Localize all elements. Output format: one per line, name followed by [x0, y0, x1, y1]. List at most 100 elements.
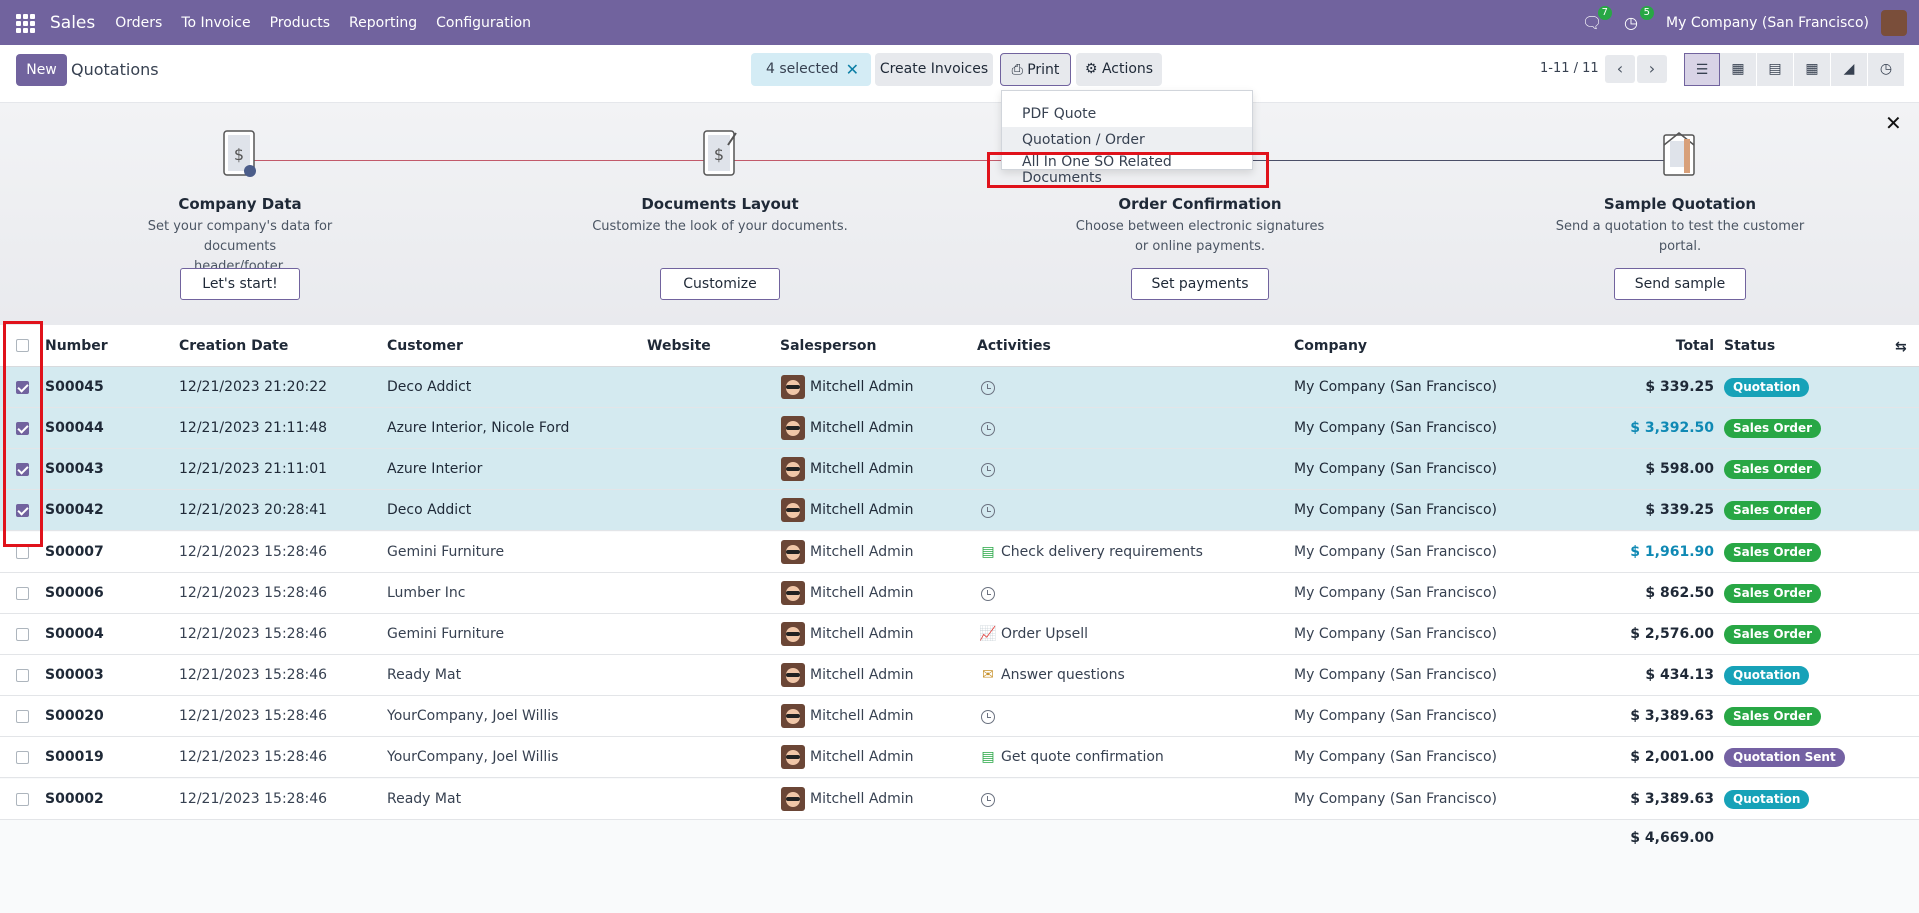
clock-icon[interactable]	[981, 463, 995, 477]
activities-icon[interactable]: ◷ 5	[1624, 5, 1655, 32]
envelope-icon[interactable]: ✉	[979, 667, 997, 683]
avatar[interactable]	[781, 498, 805, 522]
clock-icon[interactable]	[981, 504, 995, 518]
optional-columns-icon[interactable]: ⇆	[1895, 339, 1907, 355]
activity-view-button[interactable]: ◷	[1868, 53, 1904, 86]
onboarding-banner: $ Company Data Set your company's data f…	[0, 103, 1919, 325]
menu-reporting[interactable]: Reporting	[349, 15, 417, 31]
messages-icon[interactable]: 🗨 7	[1582, 5, 1613, 32]
company-name: My Company (San Francisco)	[1294, 420, 1497, 436]
clock-icon[interactable]	[981, 381, 995, 395]
clock-icon[interactable]	[981, 422, 995, 436]
header-status[interactable]: Status	[1724, 325, 1775, 367]
row-checkbox[interactable]	[16, 751, 29, 764]
print-button[interactable]: ⎙ Print	[1000, 53, 1071, 86]
graph-view-button[interactable]: ◢	[1831, 53, 1867, 86]
row-checkbox[interactable]	[16, 628, 29, 641]
create-invoices-button[interactable]: Create Invoices	[875, 53, 993, 86]
row-checkbox[interactable]	[16, 587, 29, 600]
salesperson-name: Mitchell Admin	[810, 420, 914, 436]
menu-orders[interactable]: Orders	[115, 15, 162, 31]
table-row[interactable]: S00043 12/21/2023 21:11:01 Azure Interior M…	[0, 449, 1919, 490]
header-number[interactable]: Number	[45, 325, 108, 367]
activity-summary[interactable]: Order Upsell	[1001, 614, 1088, 655]
header-customer[interactable]: Customer	[387, 325, 463, 367]
company-name: My Company (San Francisco)	[1294, 461, 1497, 477]
selected-label: 4 selected	[766, 61, 839, 77]
table-row[interactable]: S00002 12/21/2023 15:28:46 Ready Mat Mitche…	[0, 779, 1919, 820]
header-website[interactable]: Website	[647, 325, 711, 367]
header-activities[interactable]: Activities	[977, 325, 1051, 367]
row-checkbox[interactable]	[16, 546, 29, 559]
pivot-view-button[interactable]: ▦	[1794, 53, 1830, 86]
company-switcher[interactable]: My Company (San Francisco)	[1666, 15, 1869, 31]
lets-start-button[interactable]: Let's start!	[180, 268, 300, 300]
table-row[interactable]: S00006 12/21/2023 15:28:46 Lumber Inc Mitch…	[0, 573, 1919, 614]
table-row[interactable]: S00007 12/21/2023 15:28:46 Gemini Furnitur…	[0, 532, 1919, 573]
activity-summary[interactable]: Answer questions	[1001, 655, 1125, 696]
header-company[interactable]: Company	[1294, 325, 1367, 367]
avatar[interactable]	[781, 581, 805, 605]
creation-date: 12/21/2023 15:28:46	[179, 749, 328, 765]
page-title: Quotations	[71, 60, 159, 79]
order-number: S00045	[45, 379, 104, 395]
step-desc: Customize the look of your documents.	[592, 219, 848, 234]
highlight-annotation	[3, 321, 43, 547]
table-row[interactable]: S00020 12/21/2023 15:28:46 YourCompany, Jo…	[0, 696, 1919, 737]
avatar[interactable]	[781, 416, 805, 440]
pager-next-button[interactable]: ›	[1637, 55, 1667, 83]
activity-summary[interactable]: Check delivery requirements	[1001, 532, 1203, 573]
table-row[interactable]: S00045 12/21/2023 21:20:22 Deco Addict Mitc…	[0, 367, 1919, 408]
new-button[interactable]: New	[16, 54, 67, 86]
header-salesperson[interactable]: Salesperson	[780, 325, 877, 367]
avatar[interactable]	[781, 622, 805, 646]
menu-to-invoice[interactable]: To Invoice	[181, 15, 250, 31]
avatar[interactable]	[781, 787, 805, 811]
checklist-icon[interactable]: ▤	[979, 544, 997, 560]
table-row[interactable]: S00042 12/21/2023 20:28:41 Deco Addict Mitc…	[0, 490, 1919, 531]
activity-summary[interactable]: Get quote confirmation	[1001, 737, 1164, 778]
avatar[interactable]	[781, 457, 805, 481]
send-sample-button[interactable]: Send sample	[1614, 268, 1746, 300]
checklist-icon[interactable]: ▤	[979, 749, 997, 765]
avatar[interactable]	[781, 663, 805, 687]
header-total[interactable]: Total	[1676, 325, 1714, 367]
salesperson-name: Mitchell Admin	[810, 379, 914, 395]
unselect-icon[interactable]: ✕	[846, 53, 859, 86]
avatar[interactable]	[781, 745, 805, 769]
clock-icon[interactable]	[981, 793, 995, 807]
gear-icon: ⚙	[1084, 61, 1098, 77]
row-checkbox[interactable]	[16, 669, 29, 682]
set-payments-button[interactable]: Set payments	[1131, 268, 1269, 300]
menu-products[interactable]: Products	[270, 15, 330, 31]
apps-grid-icon[interactable]	[16, 13, 36, 33]
menu-item-quotation-order[interactable]: Quotation / Order	[1002, 127, 1252, 153]
table-row[interactable]: S00019 12/21/2023 15:28:46 YourCompany, Jo…	[0, 737, 1919, 778]
avatar[interactable]	[781, 704, 805, 728]
close-icon[interactable]: ✕	[1885, 111, 1902, 135]
chart-icon[interactable]: 📈	[979, 626, 997, 642]
app-name[interactable]: Sales	[50, 13, 95, 33]
customize-button[interactable]: Customize	[660, 268, 780, 300]
avatar[interactable]	[781, 540, 805, 564]
clock-icon[interactable]	[981, 710, 995, 724]
kanban-view-button[interactable]: ▦	[1720, 53, 1756, 86]
table-row[interactable]: S00003 12/21/2023 15:28:46 Ready Mat Mitche…	[0, 655, 1919, 696]
pager-previous-button[interactable]: ‹	[1605, 55, 1635, 83]
list-view-button[interactable]: ☰	[1684, 53, 1720, 86]
table-row[interactable]: S00004 12/21/2023 15:28:46 Gemini Furnitur…	[0, 614, 1919, 655]
avatar[interactable]	[781, 375, 805, 399]
user-avatar[interactable]	[1881, 9, 1907, 36]
table-row[interactable]: S00044 12/21/2023 21:11:48 Azure Interior,…	[0, 408, 1919, 449]
header-creation-date[interactable]: Creation Date	[179, 325, 288, 367]
pager-value[interactable]: 1-11 / 11	[1540, 61, 1599, 76]
menu-item-pdf-quote[interactable]: PDF Quote	[1002, 101, 1252, 127]
order-number: S00006	[45, 585, 104, 601]
menu-configuration[interactable]: Configuration	[436, 15, 531, 31]
actions-button[interactable]: ⚙ Actions	[1076, 53, 1162, 86]
calendar-view-button[interactable]: ▤	[1757, 53, 1793, 86]
row-checkbox[interactable]	[16, 793, 29, 806]
status-badge: Quotation	[1724, 378, 1810, 397]
row-checkbox[interactable]	[16, 710, 29, 723]
clock-icon[interactable]	[981, 587, 995, 601]
